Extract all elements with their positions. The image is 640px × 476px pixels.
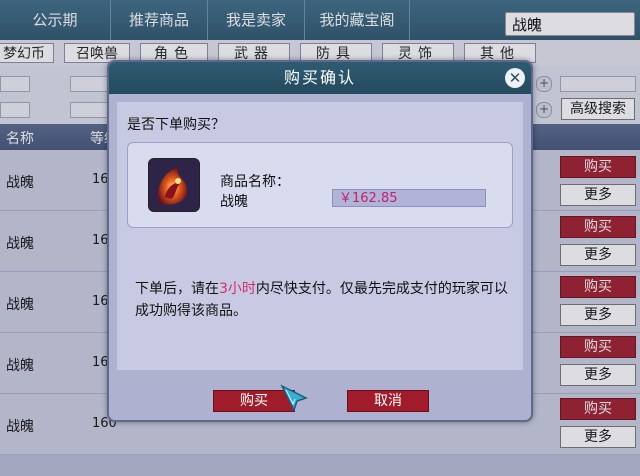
cancel-button[interactable]: 取消 [347,390,429,412]
pointer-cursor-icon [280,384,310,414]
item-name-label: 商品名称： [220,174,290,190]
dialog-body: 是否下单购买？ 商品名称： 战魄 ￥162.85 下单后，请在3小时内尽快支付。… [117,102,523,370]
dialog-title: 购买确认 [109,62,531,94]
notice-time-highlight: 3小时 [219,281,256,297]
item-icon [148,158,200,212]
item-price: ￥162.85 [332,189,486,207]
confirm-question: 是否下单购买？ [127,117,225,133]
purchase-confirm-dialog: 购买确认 ✕ 是否下单购买？ 商品名称： 战魄 ￥162.85 下单后，请在3小… [107,60,533,422]
item-info-box: 商品名称： 战魄 ￥162.85 [127,142,513,228]
item-name-value: 战魄 [220,194,248,210]
payment-notice: 下单后，请在3小时内尽快支付。仅最先完成支付的玩家可以成功购得该商品。 [135,278,515,322]
notice-text: 下单后，请在 [135,281,219,297]
close-icon[interactable]: ✕ [505,68,525,88]
